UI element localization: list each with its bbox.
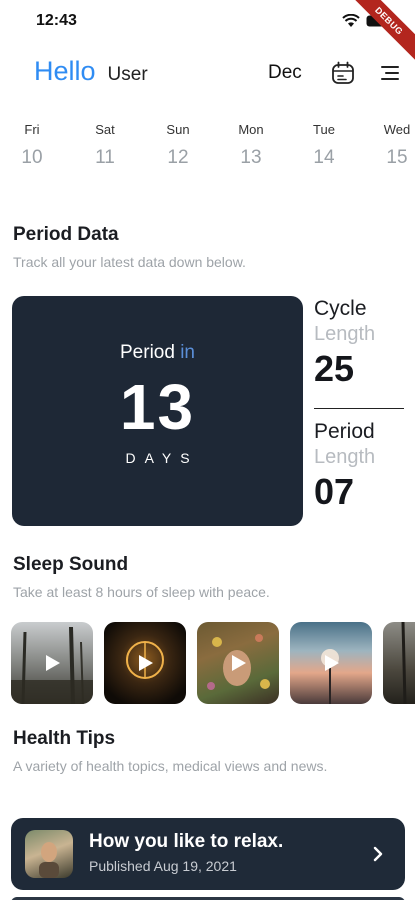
- day-name: Mon: [238, 122, 264, 137]
- sleep-sound-candle[interactable]: [104, 622, 186, 704]
- day-sat[interactable]: Sat 11: [82, 122, 128, 169]
- period-length-stat: Period Length 07: [314, 420, 415, 513]
- greeting: Hello User: [34, 56, 148, 87]
- play-icon[interactable]: [324, 654, 340, 672]
- week-strip: Fri 10 Sat 11 Sun 12 Mon 13 Tue 14 Wed 1…: [0, 122, 415, 182]
- day-tue[interactable]: Tue 14: [301, 122, 347, 169]
- day-number: 15: [386, 147, 408, 168]
- woods-illustration: [401, 622, 407, 704]
- day-number: 12: [167, 147, 189, 168]
- wifi-icon: [342, 14, 360, 27]
- cycle-subtitle: Length: [314, 323, 376, 345]
- day-name: Sat: [95, 122, 115, 137]
- tip-thumbnail: [25, 830, 73, 878]
- sleep-sound-forest[interactable]: [11, 622, 93, 704]
- cycle-title: Cycle: [314, 297, 367, 320]
- day-fri[interactable]: Fri 10: [9, 122, 55, 169]
- day-number: 14: [313, 147, 335, 168]
- tip-title: How you like to relax.: [89, 831, 284, 852]
- cycle-value: 25: [314, 348, 355, 389]
- period-in-label: Period in: [12, 342, 303, 364]
- health-section-subtitle: A variety of health topics, medical view…: [13, 758, 328, 774]
- period-in-word: in: [180, 342, 195, 363]
- health-section-title: Health Tips: [13, 728, 116, 749]
- sleep-sound-sunset[interactable]: [290, 622, 372, 704]
- sleep-section-subtitle: Take at least 8 hours of sleep with peac…: [13, 584, 270, 600]
- period-section-subtitle: Track all your latest data down below.: [13, 254, 246, 270]
- day-mon[interactable]: Mon 13: [228, 122, 274, 169]
- period-countdown-card[interactable]: Period in 13 DAYS: [12, 296, 303, 526]
- calendar-icon[interactable]: [330, 60, 356, 86]
- menu-icon[interactable]: [378, 62, 402, 84]
- sleep-sound-flower-face[interactable]: [197, 622, 279, 704]
- period-section-title: Period Data: [13, 224, 119, 245]
- username: User: [107, 64, 148, 85]
- sleep-section-title: Sleep Sound: [13, 554, 129, 575]
- period-length-value: 07: [314, 471, 355, 512]
- day-number: 13: [240, 147, 262, 168]
- day-sun[interactable]: Sun 12: [155, 122, 201, 169]
- tip-date: Published Aug 19, 2021: [89, 858, 237, 874]
- period-length-subtitle: Length: [314, 446, 376, 468]
- day-name: Tue: [313, 122, 335, 137]
- play-icon[interactable]: [45, 654, 61, 672]
- period-label: Period: [120, 342, 175, 363]
- month-label[interactable]: Dec: [268, 62, 302, 84]
- day-name: Fri: [24, 122, 40, 137]
- period-length-title: Period: [314, 420, 375, 443]
- day-number: 10: [21, 147, 43, 168]
- period-days-unit: DAYS: [125, 450, 199, 466]
- sleep-sound-list[interactable]: [0, 622, 415, 706]
- day-wed[interactable]: Wed 15: [374, 122, 415, 169]
- chevron-right-icon[interactable]: [373, 846, 383, 862]
- day-number: 11: [95, 147, 115, 168]
- status-bar: 12:43 DEBUG: [0, 0, 415, 70]
- day-name: Sun: [166, 122, 190, 137]
- period-days-number: 13: [119, 371, 196, 443]
- play-icon[interactable]: [231, 654, 247, 672]
- relax-portrait-illustration: [39, 842, 59, 878]
- health-tip-card[interactable]: How you like to relax. Published Aug 19,…: [11, 818, 405, 890]
- status-time: 12:43: [36, 12, 77, 29]
- day-name: Wed: [383, 122, 411, 137]
- cycle-length-stat: Cycle Length 25: [314, 297, 415, 390]
- stat-divider: [314, 408, 404, 409]
- play-icon[interactable]: [138, 654, 154, 672]
- sleep-sound-woods[interactable]: [383, 622, 415, 704]
- hello-text: Hello: [34, 56, 96, 86]
